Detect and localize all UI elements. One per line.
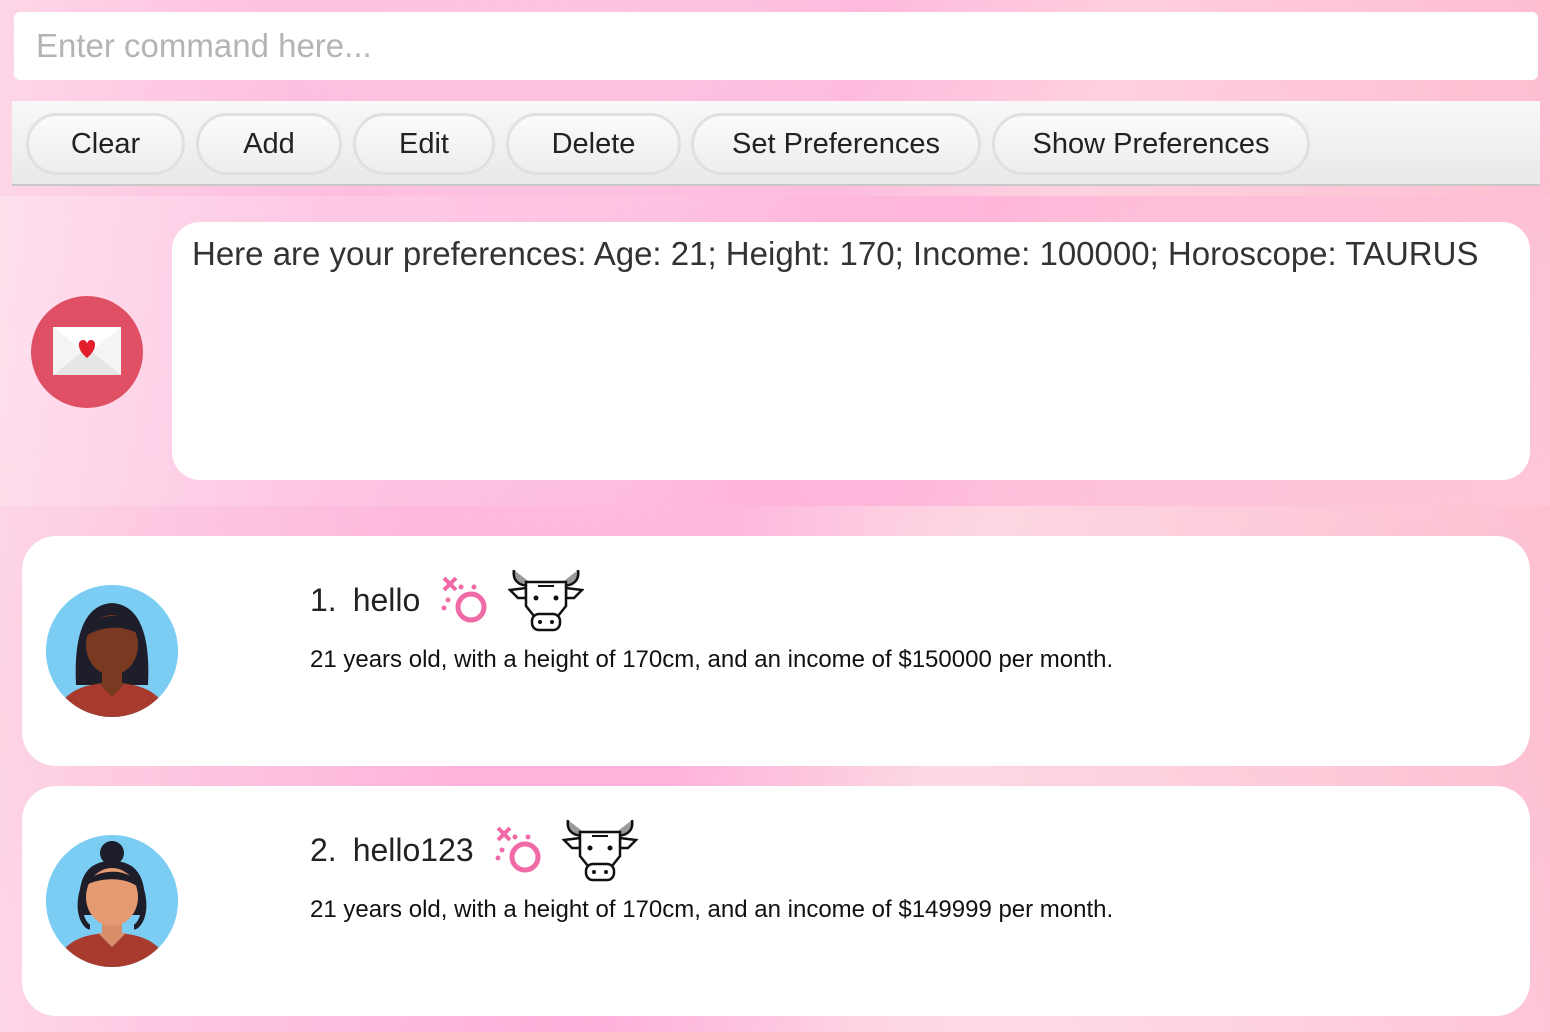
show-preferences-button[interactable]: Show Preferences [992,113,1310,175]
list-item[interactable]: 2. hello123 21 years old, with a height … [22,786,1530,1016]
card-description: 21 years old, with a height of 170cm, an… [310,896,1114,923]
card-description: 21 years old, with a height of 170cm, an… [310,646,1114,673]
command-input[interactable] [14,12,1538,80]
card-name: hello123 [352,831,474,868]
gender-female-icon [495,826,541,873]
delete-button[interactable]: Delete [506,113,681,175]
taurus-bull-icon [508,569,585,632]
set-preferences-button[interactable]: Set Preferences [691,113,981,175]
card-title: 2. hello123 [310,819,638,882]
card-index: 2. [310,831,337,868]
card-index: 1. [310,581,337,618]
gender-female-icon [441,576,487,623]
toolbar: Clear Add Edit Delete Set Preferences Sh… [12,101,1540,186]
list-item[interactable]: 1. hello 21 years old, with a height of … [22,536,1530,766]
edit-button[interactable]: Edit [353,113,495,175]
card-name: hello [352,581,421,618]
avatar [46,835,178,967]
add-button[interactable]: Add [196,113,342,175]
mail-heart-icon [31,296,143,408]
result-text: Here are your preferences: Age: 21; Heig… [192,235,1479,272]
clear-button[interactable]: Clear [26,113,185,175]
result-display[interactable]: Here are your preferences: Age: 21; Heig… [172,222,1530,480]
card-title: 1. hello [310,569,585,632]
taurus-bull-icon [561,819,638,882]
avatar [46,585,178,717]
